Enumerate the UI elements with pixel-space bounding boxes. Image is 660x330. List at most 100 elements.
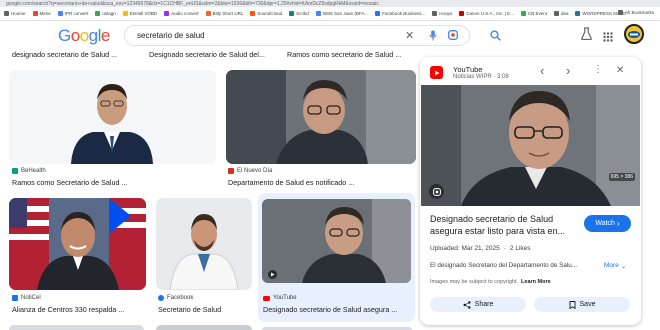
youtube-icon [430, 66, 443, 79]
youtube-icon [263, 295, 270, 301]
more-button[interactable]: More ⌄ [604, 262, 626, 270]
logo-letter: g [88, 26, 98, 45]
prev-arrow-icon[interactable]: ‹ [540, 63, 544, 78]
upload-date: Uploaded: Mar 21, 2025 [430, 245, 500, 252]
bookmark-favicon-icon [95, 11, 101, 16]
result-title[interactable]: Ramos como secretario de Salud ... [287, 50, 415, 59]
result-title[interactable]: Secretario de Salud [158, 305, 252, 314]
bookmark-label: Scribd [296, 11, 309, 16]
bookmark-label: unlagn [102, 11, 116, 16]
result-title[interactable]: Ramos como Secretario de Salud ... [12, 178, 212, 187]
result-image-selected[interactable] [258, 193, 415, 322]
bookmark-item[interactable]: Facebook Business... [375, 11, 425, 16]
close-icon[interactable]: ✕ [616, 65, 624, 76]
learn-more-link[interactable]: Learn More [521, 279, 551, 285]
all-bookmarks-button[interactable]: All Bookmarks [618, 10, 654, 15]
save-button[interactable]: Save [534, 297, 630, 312]
result-title[interactable]: Designado secretario de Salud del... [149, 50, 277, 59]
result-image-partial[interactable] [9, 325, 144, 330]
google-logo[interactable]: Google [58, 26, 110, 46]
bookmark-item[interactable]: SoundCloud [250, 11, 282, 16]
result-source-label: BeHealth [21, 168, 46, 174]
bookmark-item[interactable]: Mene [32, 11, 51, 16]
next-arrow-icon[interactable]: › [566, 63, 570, 78]
url-text: google.com/search?q=secretario+de+salud&… [6, 0, 379, 7]
panel-source[interactable]: YouTube [453, 65, 482, 74]
result-image[interactable] [156, 198, 252, 290]
bookmark-favicon-icon [57, 11, 63, 16]
share-button[interactable]: Share [430, 297, 526, 312]
bookmark-label: Hoops [439, 11, 453, 16]
bookmark-item[interactable]: Hoome [4, 11, 26, 16]
search-input[interactable] [137, 31, 397, 40]
result-image[interactable] [9, 198, 146, 290]
search-box: ✕ [124, 25, 470, 46]
source-favicon-icon [228, 168, 234, 174]
meta-separator: · [503, 245, 506, 252]
result-title[interactable]: Departamento de Salud es notificado ... [228, 178, 414, 187]
bookmark-label: Canon U.S.A., Inc. | E... [466, 11, 514, 16]
bookmark-item[interactable]: dea [553, 11, 568, 16]
facebook-icon [158, 295, 164, 301]
bookmark-item[interactable]: Hoops [432, 11, 452, 16]
lens-icon[interactable] [448, 30, 458, 44]
bookmark-favicon-icon [164, 11, 170, 16]
result-source: El Nuevo Día [228, 168, 272, 174]
share-icon [463, 300, 471, 309]
apps-grid-icon[interactable] [603, 29, 613, 47]
bookmark-label: SoundCloud [257, 11, 283, 16]
bookmark-label: Audio convert [171, 11, 199, 16]
address-bar[interactable]: google.com/search?q=secretario+de+salud&… [0, 0, 660, 7]
chevron-right-icon: › [616, 219, 620, 228]
result-title[interactable]: designado secretario de Salud ... [12, 50, 132, 59]
preview-panel: YouTube Noticias WIPR · 3:08 ‹ › ⋮ ✕ 695… [420, 57, 641, 325]
clear-icon[interactable]: ✕ [405, 30, 414, 42]
account-avatar[interactable] [624, 24, 644, 44]
result-source-label: NotiCel [21, 295, 41, 301]
bookmark-item[interactable]: EeHall VOBD [122, 11, 157, 16]
bookmark-item[interactable]: unlagn [95, 11, 116, 16]
more-options-icon[interactable]: ⋮ [593, 64, 603, 75]
bookmark-item[interactable]: IPR convert [57, 11, 88, 16]
visit-button[interactable]: Watch › [584, 215, 631, 232]
all-bookmarks-label: All Bookmarks [625, 10, 654, 15]
bookmark-item[interactable]: NMS San Juan (BFA... [315, 11, 369, 16]
bookmark-favicon-icon [32, 11, 38, 16]
play-icon [268, 270, 277, 279]
bookmark-favicon-icon [4, 11, 9, 16]
result-title[interactable]: Designado secretario de Salud asegura ..… [263, 305, 413, 314]
bookmark-item[interactable]: Audio convert [164, 11, 199, 16]
bookmark-item[interactable]: CB Event [520, 11, 547, 16]
panel-description: El designado Secretario del Departamento… [430, 262, 578, 269]
panel-title[interactable]: Designado secretario de Salud asegura es… [430, 213, 580, 237]
bookmark-item[interactable]: Scribd [289, 11, 309, 16]
folder-icon [618, 10, 624, 15]
result-image-partial[interactable] [156, 325, 252, 330]
result-source: YouTube [263, 295, 297, 301]
result-title[interactable]: Alianza de Centros 330 respalda ... [12, 305, 146, 314]
result-image[interactable] [226, 70, 416, 164]
copyright-text: Images may be subject to copyright. [430, 279, 519, 285]
bookmark-favicon-icon [289, 11, 295, 16]
bookmark-label: Mene [39, 11, 51, 16]
more-label: More [604, 262, 619, 269]
lens-search-icon[interactable] [429, 184, 444, 199]
google-header: Google ✕ [0, 21, 660, 49]
bookmark-label: Bitly Short URL [212, 11, 244, 16]
result-source-label: Facebook [167, 295, 194, 301]
bookmark-label: NMS San Juan (BFA... [322, 11, 369, 16]
image-dimensions: 695 × 386 [608, 173, 635, 181]
logo-letter: G [58, 26, 71, 45]
bookmark-item[interactable]: Canon U.S.A., Inc. | E... [459, 11, 514, 16]
result-image[interactable] [9, 70, 216, 164]
microphone-icon[interactable] [429, 30, 437, 45]
bookmark-favicon-icon [315, 11, 321, 16]
bookmark-item[interactable]: Bitly Short URL [205, 11, 244, 16]
search-submit-icon[interactable] [490, 28, 501, 46]
labs-icon[interactable] [581, 27, 592, 45]
chevron-down-icon: ⌄ [620, 263, 627, 270]
preview-image[interactable]: 695 × 386 [421, 85, 640, 206]
save-label: Save [579, 301, 596, 308]
bookmark-favicon-icon [553, 11, 559, 16]
result-source: Facebook [158, 295, 193, 301]
